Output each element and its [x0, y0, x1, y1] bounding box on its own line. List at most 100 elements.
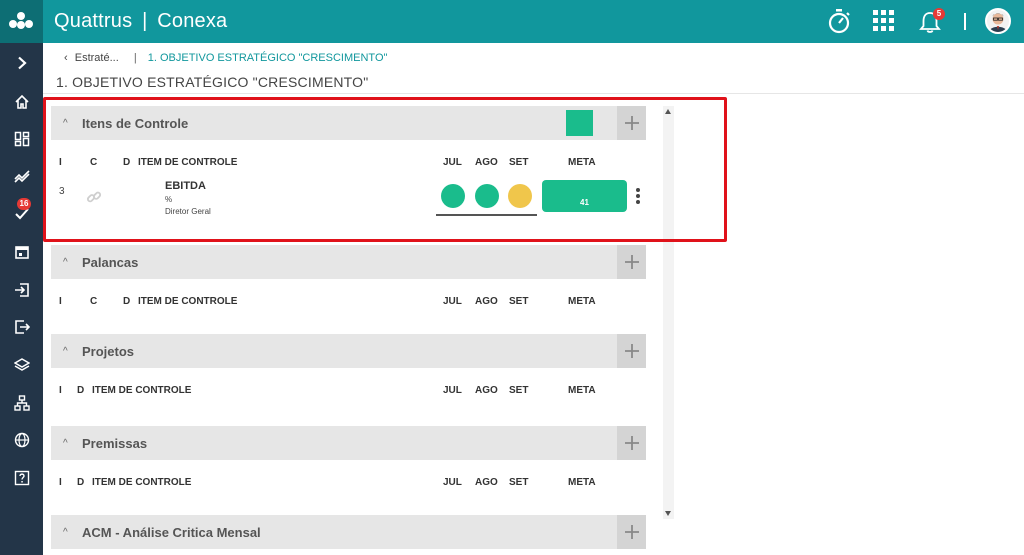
login-icon: [14, 282, 29, 297]
scroll-up-icon[interactable]: [665, 109, 671, 114]
item-name[interactable]: EBITDA: [165, 180, 206, 192]
panel-scrollbar[interactable]: [663, 106, 674, 519]
row-number: 3: [59, 186, 65, 197]
row-menu-icon[interactable]: [636, 188, 640, 206]
status-dot-jul[interactable]: [441, 184, 465, 208]
logo[interactable]: [0, 0, 43, 43]
sidebar-item-hierarchy[interactable]: [0, 384, 43, 421]
breadcrumb: ‹ Estraté... | 1. OBJETIVO ESTRATÉGICO "…: [64, 52, 387, 64]
section-header-acm[interactable]: ^ ACM - Análise Critica Mensal: [51, 515, 646, 549]
sidebar-item-dashboard[interactable]: [0, 120, 43, 157]
sidebar-expand[interactable]: [0, 44, 43, 81]
brand-title: Quattrus | Conexa: [54, 10, 227, 33]
col-meta: META: [568, 385, 596, 396]
collapse-chevron-icon[interactable]: ^: [63, 257, 68, 268]
sidebar: 16: [0, 43, 43, 555]
add-item-button[interactable]: [617, 106, 646, 140]
col-jul: JUL: [443, 477, 462, 488]
column-headers: I C D ITEM DE CONTROLE JUL AGO SET META: [51, 296, 646, 310]
brand-separator: |: [142, 10, 148, 32]
section-header-projetos[interactable]: ^ Projetos: [51, 334, 646, 368]
column-headers: I D ITEM DE CONTROLE JUL AGO SET META: [51, 477, 646, 491]
plus-icon: [624, 525, 639, 539]
sidebar-item-layers[interactable]: [0, 346, 43, 383]
link-icon[interactable]: [86, 189, 102, 205]
section-title: ACM - Análise Critica Mensal: [82, 525, 261, 540]
collapse-chevron-icon[interactable]: ^: [63, 527, 68, 538]
brand-product: Conexa: [157, 10, 228, 32]
breadcrumb-back-icon[interactable]: ‹: [64, 52, 68, 64]
section-header-premissas[interactable]: ^ Premissas: [51, 426, 646, 460]
breadcrumb-back-link[interactable]: Estraté...: [75, 52, 119, 64]
col-jul: JUL: [443, 296, 462, 307]
objective-panels: ^ Itens de Controle I C D ITEM DE CONTRO…: [51, 106, 646, 555]
meta-value-box[interactable]: 41: [542, 180, 627, 212]
section-header-palancas[interactable]: ^ Palancas: [51, 245, 646, 279]
apps-grid-icon[interactable]: [873, 10, 895, 32]
section-title: Premissas: [82, 436, 148, 451]
home-icon: [14, 94, 29, 109]
col-i: I: [59, 157, 62, 168]
sidebar-item-trends[interactable]: [0, 157, 43, 194]
scroll-down-icon[interactable]: [665, 511, 671, 516]
logout-icon: [14, 319, 30, 334]
help-icon: [14, 470, 29, 485]
plus-icon: [624, 255, 639, 269]
col-item: ITEM DE CONTROLE: [92, 385, 192, 396]
breadcrumb-separator: |: [133, 52, 137, 64]
tasks-badge: 16: [17, 198, 31, 210]
months-underline: [436, 214, 537, 216]
page-title: 1. OBJETIVO ESTRATÉGICO "CRESCIMENTO": [56, 74, 369, 90]
section-title: Projetos: [82, 344, 135, 359]
trend-icon: [13, 169, 30, 183]
plus-icon: [624, 344, 639, 358]
col-jul: JUL: [443, 385, 462, 396]
user-avatar[interactable]: [985, 8, 1011, 34]
status-dot-ago[interactable]: [475, 184, 499, 208]
col-set: SET: [509, 477, 529, 488]
col-ago: AGO: [475, 296, 498, 307]
sidebar-item-home[interactable]: [0, 83, 43, 120]
title-divider: [43, 93, 1024, 94]
item-unit: %: [165, 195, 173, 204]
sidebar-item-help[interactable]: [0, 459, 43, 496]
item-owner: Diretor Geral: [165, 207, 211, 216]
sidebar-item-logout[interactable]: [0, 308, 43, 345]
sidebar-item-globe[interactable]: [0, 421, 43, 458]
sidebar-item-login[interactable]: [0, 271, 43, 308]
stopwatch-icon[interactable]: [827, 8, 851, 34]
col-ago: AGO: [475, 157, 498, 168]
col-i: I: [59, 296, 62, 307]
add-item-button[interactable]: [617, 515, 646, 549]
sidebar-item-calendar[interactable]: [0, 233, 43, 270]
add-item-button[interactable]: [617, 245, 646, 279]
add-item-button[interactable]: [617, 334, 646, 368]
col-ago: AGO: [475, 385, 498, 396]
col-d: D: [123, 157, 131, 168]
col-d: D: [77, 385, 85, 396]
col-c: C: [90, 157, 98, 168]
brand-name: Quattrus: [54, 10, 133, 32]
section-title: Itens de Controle: [82, 116, 189, 131]
topbar-divider: [964, 13, 966, 30]
col-c: C: [90, 296, 98, 307]
collapse-chevron-icon[interactable]: ^: [63, 346, 68, 357]
sidebar-item-tasks[interactable]: 16: [0, 194, 43, 231]
col-set: SET: [509, 385, 529, 396]
col-meta: META: [568, 157, 596, 168]
avatar-face-icon: [989, 13, 1007, 32]
dashboard-icon: [14, 131, 29, 146]
status-dot-set[interactable]: [508, 184, 532, 208]
section-header-itens-de-controle[interactable]: ^ Itens de Controle: [51, 106, 646, 140]
top-bar: Quattrus | Conexa 5: [0, 0, 1024, 43]
chevron-right-icon: [17, 56, 27, 69]
col-i: I: [59, 385, 62, 396]
plus-icon: [624, 436, 639, 450]
collapse-chevron-icon[interactable]: ^: [63, 118, 68, 129]
collapse-chevron-icon[interactable]: ^: [63, 438, 68, 449]
add-item-button[interactable]: [617, 426, 646, 460]
status-indicator: [566, 110, 593, 136]
hierarchy-icon: [13, 394, 30, 411]
col-meta: META: [568, 477, 596, 488]
col-set: SET: [509, 296, 529, 307]
